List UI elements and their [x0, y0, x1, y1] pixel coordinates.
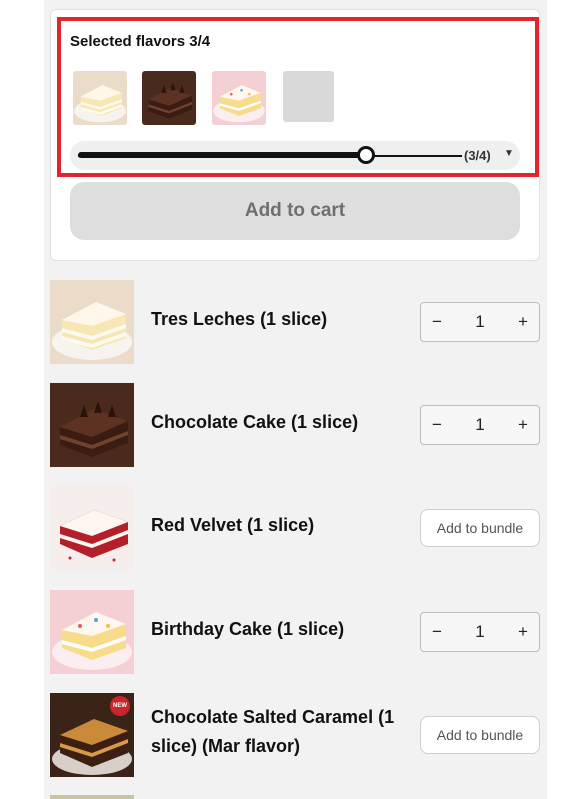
product-image: NEW [50, 693, 134, 777]
increase-button[interactable]: + [511, 303, 535, 341]
product-row-birthday-cake: Birthday Cake (1 slice) − 1 + [44, 590, 547, 674]
product-row-chocolate-salted-caramel: NEW Chocolate Salted Caramel (1 slice) (… [44, 693, 547, 777]
product-name: Chocolate Salted Caramel (1 slice) (Mar … [151, 707, 395, 756]
product-image [50, 383, 134, 467]
selection-highlight-box [57, 17, 539, 177]
product-image [50, 486, 134, 570]
increase-button[interactable]: + [511, 613, 535, 651]
decrease-button[interactable]: − [425, 406, 449, 444]
new-badge: NEW [110, 696, 130, 716]
product-name: Chocolate Cake (1 slice) [151, 412, 359, 432]
product-name: Tres Leches (1 slice) [151, 309, 328, 329]
decrease-button[interactable]: − [425, 303, 449, 341]
product-name: Birthday Cake (1 slice) [151, 619, 345, 639]
product-image [50, 590, 134, 674]
add-to-bundle-button[interactable]: Add to bundle [420, 716, 540, 754]
product-row-red-velvet: Red Velvet (1 slice) Add to bundle [44, 486, 547, 570]
quantity-stepper: − 1 + [420, 302, 540, 342]
quantity-stepper: − 1 + [420, 405, 540, 445]
product-image [50, 280, 134, 364]
decrease-button[interactable]: − [425, 613, 449, 651]
product-name: Red Velvet (1 slice) [151, 515, 315, 535]
quantity-value[interactable]: 1 [465, 406, 495, 444]
add-to-cart-button[interactable]: Add to cart [70, 182, 520, 240]
quantity-stepper: − 1 + [420, 612, 540, 652]
increase-button[interactable]: + [511, 406, 535, 444]
next-product-image-peek [50, 795, 134, 799]
product-row-tres-leches: Tres Leches (1 slice) − 1 + [44, 280, 547, 364]
add-to-bundle-button[interactable]: Add to bundle [420, 509, 540, 547]
quantity-value[interactable]: 1 [465, 613, 495, 651]
quantity-value[interactable]: 1 [465, 303, 495, 341]
product-row-chocolate-cake: Chocolate Cake (1 slice) − 1 + [44, 383, 547, 467]
